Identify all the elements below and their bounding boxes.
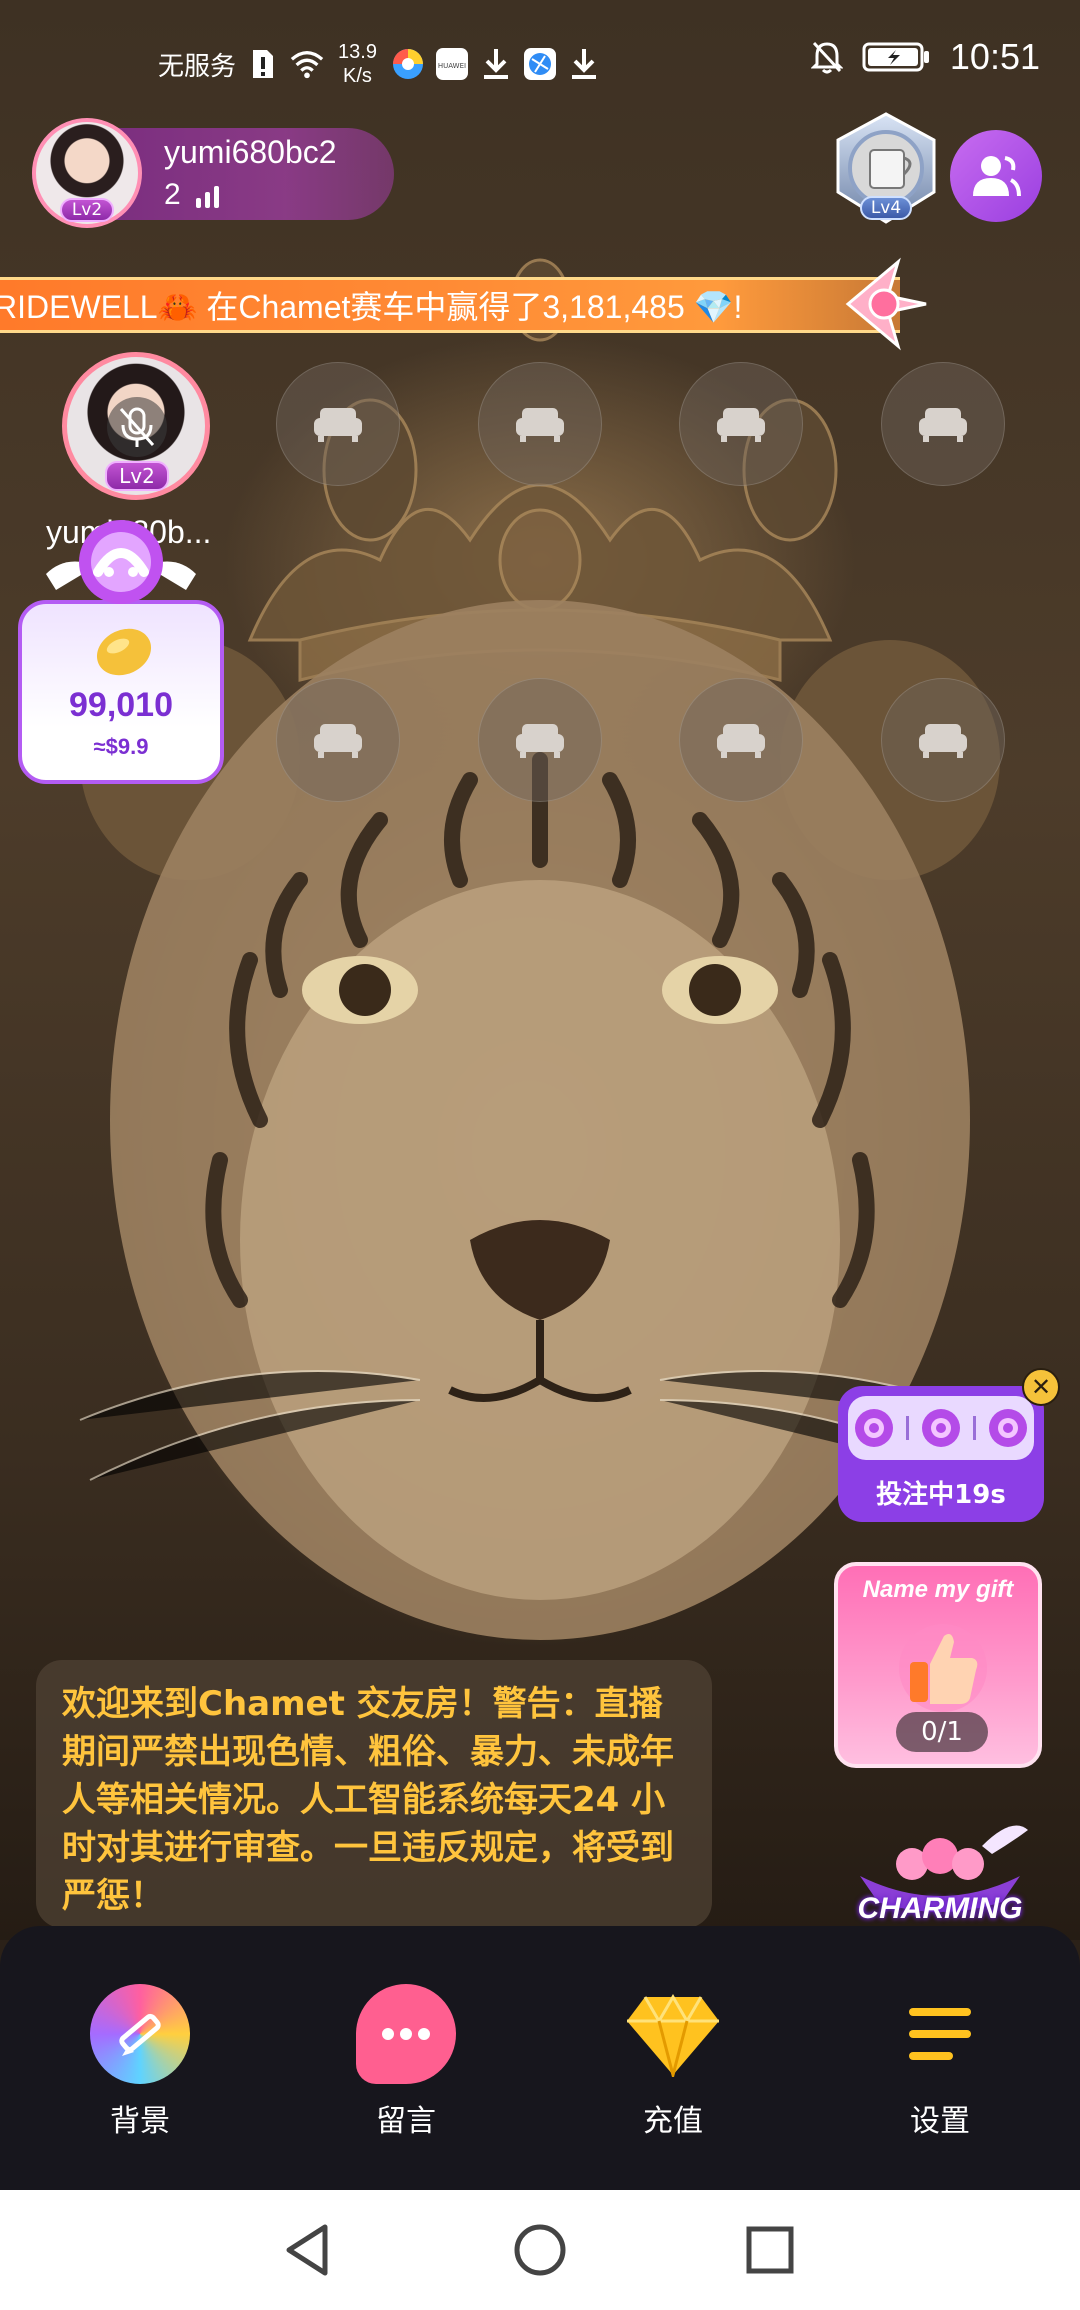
host-name: yumi680bc2 — [164, 134, 337, 170]
toolbar-settings-button[interactable]: 设置 — [865, 1984, 1015, 2140]
close-bet-widget-button[interactable]: ✕ — [1022, 1368, 1060, 1406]
net-speed-value: 13.9 — [338, 41, 377, 63]
gift-card-title: Name my gift — [862, 1576, 1014, 1603]
gift-progress: 0/1 — [896, 1712, 988, 1752]
coin-amount: 99,010 — [69, 686, 173, 724]
mic-muted-icon — [107, 397, 167, 457]
menu-lines-icon — [890, 1984, 990, 2084]
battery-charging-icon — [862, 40, 932, 74]
room-level-badge[interactable]: Lv4 — [830, 110, 942, 230]
online-count: 2 — [164, 178, 181, 211]
coin-reward-card[interactable]: 99,010 ≈$9.9 — [18, 600, 224, 784]
recents-icon — [746, 2226, 794, 2274]
sofa-icon — [717, 408, 765, 442]
bean-coin-icon — [96, 628, 152, 676]
back-icon — [286, 2224, 328, 2276]
sofa-icon — [919, 408, 967, 442]
message-bubble-icon — [356, 1984, 456, 2084]
sofa-icon — [919, 724, 967, 758]
winged-badge-icon — [838, 256, 930, 352]
toolbar-label: 充值 — [643, 2104, 703, 2139]
back-button[interactable] — [278, 2220, 338, 2280]
empty-seat[interactable] — [881, 678, 1005, 802]
seat-level-badge: Lv2 — [105, 461, 169, 491]
host-info-pill[interactable]: Lv2 yumi680bc2 2 — [32, 118, 394, 228]
sofa-icon — [314, 724, 362, 758]
seat-host-avatar[interactable]: Lv2 — [62, 352, 210, 500]
empty-seat[interactable] — [276, 362, 400, 486]
sim-alert-icon — [246, 47, 280, 81]
carrier-text: 无服务 — [158, 50, 237, 81]
browser-icon — [391, 47, 425, 81]
toolbar-background-button[interactable]: 背景 — [65, 1984, 215, 2140]
win-announcement-banner[interactable]: RIDEWELL🦀 在Chamet赛车中赢得了3,181,485 💎! — [0, 277, 900, 333]
mascot-icon — [854, 1409, 893, 1447]
room-rules-notice: 欢迎来到Chamet 交友房！警告：直播期间严禁出现色情、粗俗、暴力、未成年人等… — [36, 1660, 712, 1928]
background-brush-icon — [90, 1984, 190, 2084]
diamond-icon — [623, 1984, 723, 2084]
betting-widget[interactable]: 投注中19s — [838, 1386, 1044, 1522]
net-speed-unit: K/s — [343, 65, 372, 87]
toolbar-label: 背景 — [110, 2104, 170, 2139]
empty-seat[interactable] — [276, 678, 400, 802]
empty-seat[interactable] — [679, 362, 803, 486]
thumbs-up-icon — [899, 1624, 987, 1712]
download-icon — [567, 47, 601, 81]
sofa-icon — [516, 408, 564, 442]
sofa-icon — [314, 408, 362, 442]
home-icon — [514, 2224, 566, 2276]
status-bar: 无服务 13.9 K/s HUAWEI 10:51 — [0, 0, 1080, 120]
huawei-app-icon: HUAWEI — [435, 47, 469, 81]
host-level-badge: Lv2 — [60, 198, 114, 222]
mute-bell-icon — [810, 40, 844, 74]
toolbar-label: 留言 — [376, 2104, 436, 2139]
net-speed: 13.9 K/s — [338, 40, 377, 88]
empty-seat[interactable] — [478, 362, 602, 486]
sofa-icon — [717, 724, 765, 758]
toolbar-recharge-button[interactable]: 充值 — [598, 1984, 748, 2140]
bottom-toolbar: 背景 留言 充值 设置 — [0, 1926, 1080, 2190]
name-my-gift-card[interactable]: Name my gift 0/1 — [834, 1562, 1042, 1768]
sofa-icon — [516, 724, 564, 758]
system-navigation-bar — [0, 2190, 1080, 2310]
status-bar-right: 10:51 — [810, 36, 1040, 78]
room-members-button[interactable] — [950, 130, 1042, 222]
empty-seat[interactable] — [679, 678, 803, 802]
charming-badge[interactable]: CHARMING — [842, 1806, 1038, 1930]
mascot-icon — [989, 1409, 1028, 1447]
room-level-label: Lv4 — [860, 196, 912, 220]
toolbar-label: 设置 — [910, 2104, 970, 2139]
mascot-icon — [921, 1409, 960, 1447]
status-bar-left: 无服务 13.9 K/s HUAWEI — [158, 40, 601, 88]
svg-text:HUAWEI: HUAWEI — [438, 62, 466, 70]
winged-logo-icon — [36, 514, 206, 614]
announcement-text: RIDEWELL🦀 在Chamet赛车中赢得了3,181,485 💎! — [0, 289, 743, 325]
user-group-icon — [973, 156, 1021, 197]
empty-seat[interactable] — [881, 362, 1005, 486]
empty-seat[interactable] — [478, 678, 602, 802]
bet-options — [848, 1396, 1034, 1460]
home-button[interactable] — [510, 2220, 570, 2280]
coin-usd-value: ≈$9.9 — [93, 734, 149, 759]
charming-label: CHARMING — [857, 1892, 1023, 1925]
signal-bars-icon — [196, 184, 219, 208]
download-icon — [479, 47, 513, 81]
recents-button[interactable] — [740, 2220, 800, 2280]
app-icon — [523, 47, 557, 81]
clock-time: 10:51 — [949, 36, 1040, 77]
close-icon: ✕ — [1030, 1373, 1052, 1401]
wifi-icon — [290, 47, 324, 81]
toolbar-message-button[interactable]: 留言 — [331, 1984, 481, 2140]
bet-status-label: 投注中19s — [876, 1480, 1006, 1510]
